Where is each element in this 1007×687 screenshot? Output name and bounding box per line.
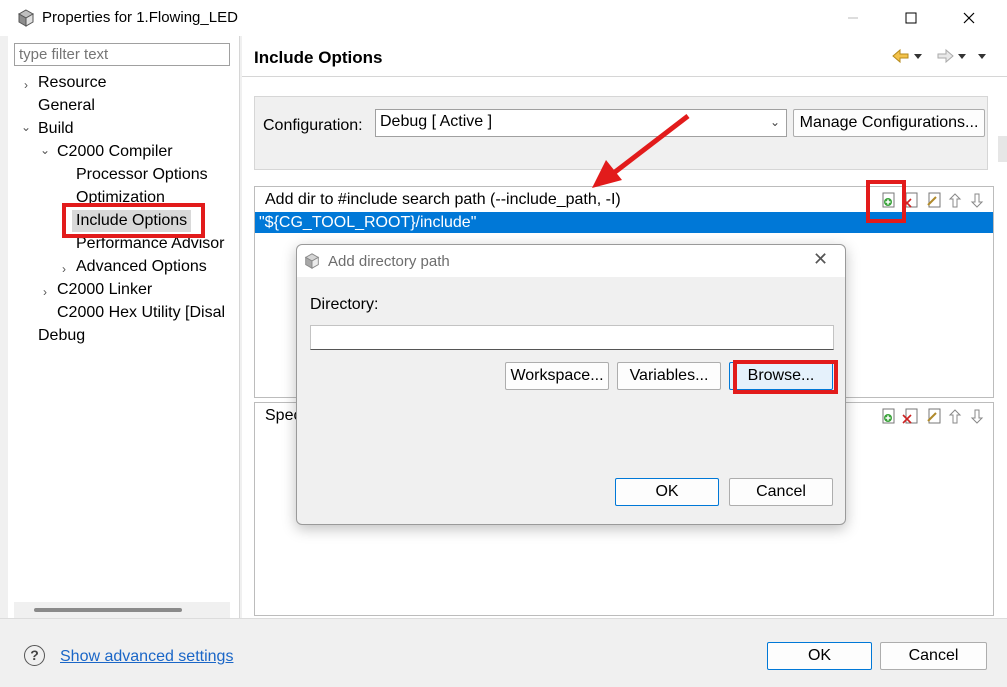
maximize-icon xyxy=(905,12,917,24)
edit-icon[interactable] xyxy=(927,408,941,424)
back-dropdown-icon[interactable] xyxy=(914,54,922,59)
dialog-title: Add directory path xyxy=(328,253,450,270)
add-icon[interactable] xyxy=(882,408,895,424)
app-cube-icon xyxy=(17,9,35,27)
filter-input[interactable] xyxy=(14,43,230,66)
manage-configurations-button[interactable]: Manage Configurations... xyxy=(793,109,985,137)
maximize-button[interactable] xyxy=(882,0,940,36)
dialog-footer: ? Show advanced settings OK Cancel xyxy=(0,618,1007,687)
forward-arrow-icon[interactable] xyxy=(937,48,954,64)
tree-item-advanced-options[interactable]: Advanced Options xyxy=(76,256,207,278)
dialog-titlebar: Add directory path ✕ xyxy=(297,245,845,277)
directory-input[interactable] xyxy=(310,325,834,350)
configuration-value: Debug [ Active ] xyxy=(380,113,493,130)
page-title: Include Options xyxy=(254,48,383,67)
configuration-select[interactable]: Debug [ Active ] ⌄ xyxy=(375,109,787,137)
cancel-button[interactable]: Cancel xyxy=(880,642,987,670)
annotation-box-add-icon xyxy=(866,180,906,223)
help-icon[interactable]: ? xyxy=(24,645,45,666)
directory-label: Directory: xyxy=(310,296,379,313)
collapse-chevron-icon[interactable]: ⌄ xyxy=(39,143,51,157)
minimize-button[interactable] xyxy=(824,0,882,36)
back-arrow-icon[interactable] xyxy=(892,48,909,64)
list-toolbar xyxy=(882,408,984,424)
move-up-icon[interactable] xyxy=(948,193,962,208)
view-menu-icon[interactable] xyxy=(978,54,986,59)
dialog-cancel-button[interactable]: Cancel xyxy=(729,478,833,506)
close-icon xyxy=(963,12,975,24)
chevron-down-icon: ⌄ xyxy=(769,115,780,129)
minimize-icon xyxy=(848,17,858,19)
ok-button[interactable]: OK xyxy=(767,642,872,670)
move-down-icon[interactable] xyxy=(970,409,984,424)
variables-button[interactable]: Variables... xyxy=(617,362,721,390)
tree-item-debug[interactable]: Debug xyxy=(38,325,85,347)
show-advanced-settings-link[interactable]: Show advanced settings xyxy=(60,648,233,666)
expand-chevron-icon[interactable]: › xyxy=(39,285,51,299)
expand-chevron-icon[interactable]: › xyxy=(58,262,70,276)
annotation-box-include-options xyxy=(62,203,205,238)
window-title: Properties for 1.Flowing_LED xyxy=(42,9,238,26)
delete-icon[interactable] xyxy=(902,408,918,424)
forward-dropdown-icon[interactable] xyxy=(958,54,966,59)
history-navigation xyxy=(892,48,986,64)
configuration-label: Configuration: xyxy=(263,117,363,134)
tree-item-c2000-hex-utility[interactable]: C2000 Hex Utility [Disal xyxy=(57,302,235,324)
annotation-box-browse xyxy=(733,360,838,394)
divider xyxy=(242,76,1007,77)
window-edge xyxy=(998,136,1007,162)
window-titlebar: Properties for 1.Flowing_LED xyxy=(0,0,1007,36)
scrollbar-thumb[interactable] xyxy=(34,608,182,612)
tree-item-general[interactable]: General xyxy=(38,95,95,117)
move-down-icon[interactable] xyxy=(970,193,984,208)
app-cube-icon xyxy=(304,253,320,269)
move-up-icon[interactable] xyxy=(948,409,962,424)
navigation-pane: › Resource General ⌄ Build ⌄ C2000 Compi… xyxy=(8,36,240,618)
collapse-chevron-icon[interactable]: ⌄ xyxy=(20,120,32,134)
close-icon[interactable]: ✕ xyxy=(813,249,828,270)
tree-item-c2000-linker[interactable]: C2000 Linker xyxy=(57,279,152,301)
expand-chevron-icon[interactable]: › xyxy=(20,78,32,92)
configuration-group: Configuration: Debug [ Active ] ⌄ Manage… xyxy=(254,96,988,170)
workspace-button[interactable]: Workspace... xyxy=(505,362,609,390)
edit-icon[interactable] xyxy=(927,192,941,208)
tree-item-c2000-compiler[interactable]: C2000 Compiler xyxy=(57,141,173,163)
include-paths-header: Add dir to #include search path (--inclu… xyxy=(265,191,621,208)
tree-item-processor-options[interactable]: Processor Options xyxy=(76,164,208,186)
close-button[interactable] xyxy=(940,0,998,36)
tree-item-build[interactable]: Build xyxy=(38,118,74,140)
dialog-ok-button[interactable]: OK xyxy=(615,478,719,506)
tree-item-resource[interactable]: Resource xyxy=(38,72,106,94)
